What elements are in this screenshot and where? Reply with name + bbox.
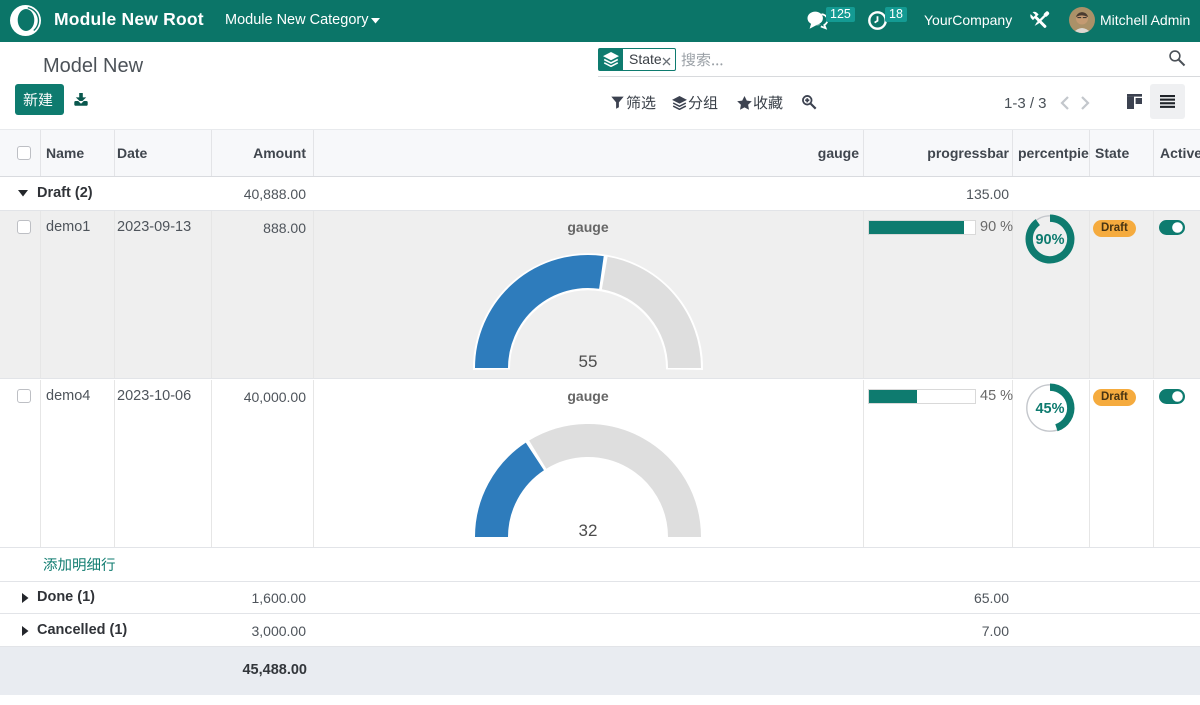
svg-text:90%: 90% <box>1035 232 1064 248</box>
svg-text:45%: 45% <box>1035 401 1064 417</box>
svg-text:32: 32 <box>579 521 598 540</box>
svg-text:55: 55 <box>579 352 598 371</box>
